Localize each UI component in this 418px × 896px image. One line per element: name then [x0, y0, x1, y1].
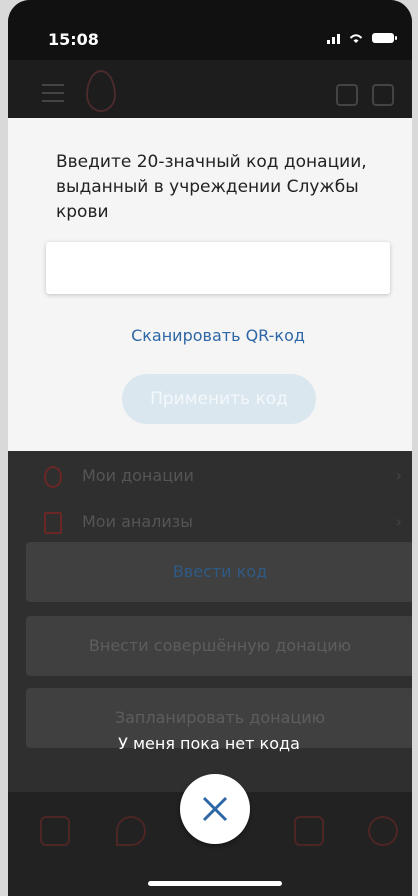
battery-icon	[372, 33, 397, 43]
tooltip-arrow	[212, 758, 226, 765]
scan-qr-link[interactable]: Сканировать QR-код	[8, 326, 412, 345]
status-icons	[327, 32, 397, 44]
profile-tab-icon[interactable]	[368, 816, 398, 846]
enter-code-dialog: Введите 20-значный код донации, выданный…	[8, 118, 412, 451]
menu-item-label: Мои донации	[82, 466, 194, 485]
chevron-right-icon: ›	[395, 466, 402, 485]
blood-drop-tab-icon[interactable]	[40, 816, 70, 846]
menu-icon[interactable]	[42, 84, 64, 102]
add-donation-button[interactable]: Внести совершённую донацию	[26, 616, 412, 676]
signal-icon	[327, 32, 340, 44]
test-tube-icon	[44, 512, 62, 534]
header-actions	[336, 84, 394, 106]
app-header	[8, 60, 412, 118]
drop-icon	[44, 466, 62, 488]
menu-item-label: Мои анализы	[82, 512, 193, 531]
status-time: 15:08	[48, 30, 99, 49]
app-logo	[86, 70, 180, 112]
menu-item-my-donations[interactable]: Мои донации ›	[8, 454, 412, 498]
status-bar: 15:08	[8, 0, 412, 60]
map-pin-tab-icon[interactable]	[116, 816, 146, 846]
mail-icon[interactable]	[336, 84, 358, 106]
close-icon	[202, 796, 228, 822]
menu-item-my-analyses[interactable]: Мои анализы ›	[8, 500, 412, 544]
enter-code-button[interactable]: Ввести код	[26, 542, 412, 602]
no-code-tooltip[interactable]: У меня пока нет кода	[0, 734, 418, 753]
donation-code-input[interactable]	[46, 242, 390, 294]
settings-icon[interactable]	[372, 84, 394, 106]
chevron-right-icon: ›	[395, 512, 402, 531]
apply-code-button[interactable]: Применить код	[122, 374, 316, 424]
phone-screen: 15:08 Мои донации › Мои анализы › Ввести…	[8, 0, 412, 896]
close-button[interactable]	[180, 774, 250, 844]
home-indicator[interactable]	[148, 881, 282, 886]
wifi-icon	[349, 34, 363, 43]
dialog-title: Введите 20-значный код донации, выданный…	[56, 152, 367, 222]
calendar-tab-icon[interactable]	[294, 816, 324, 846]
